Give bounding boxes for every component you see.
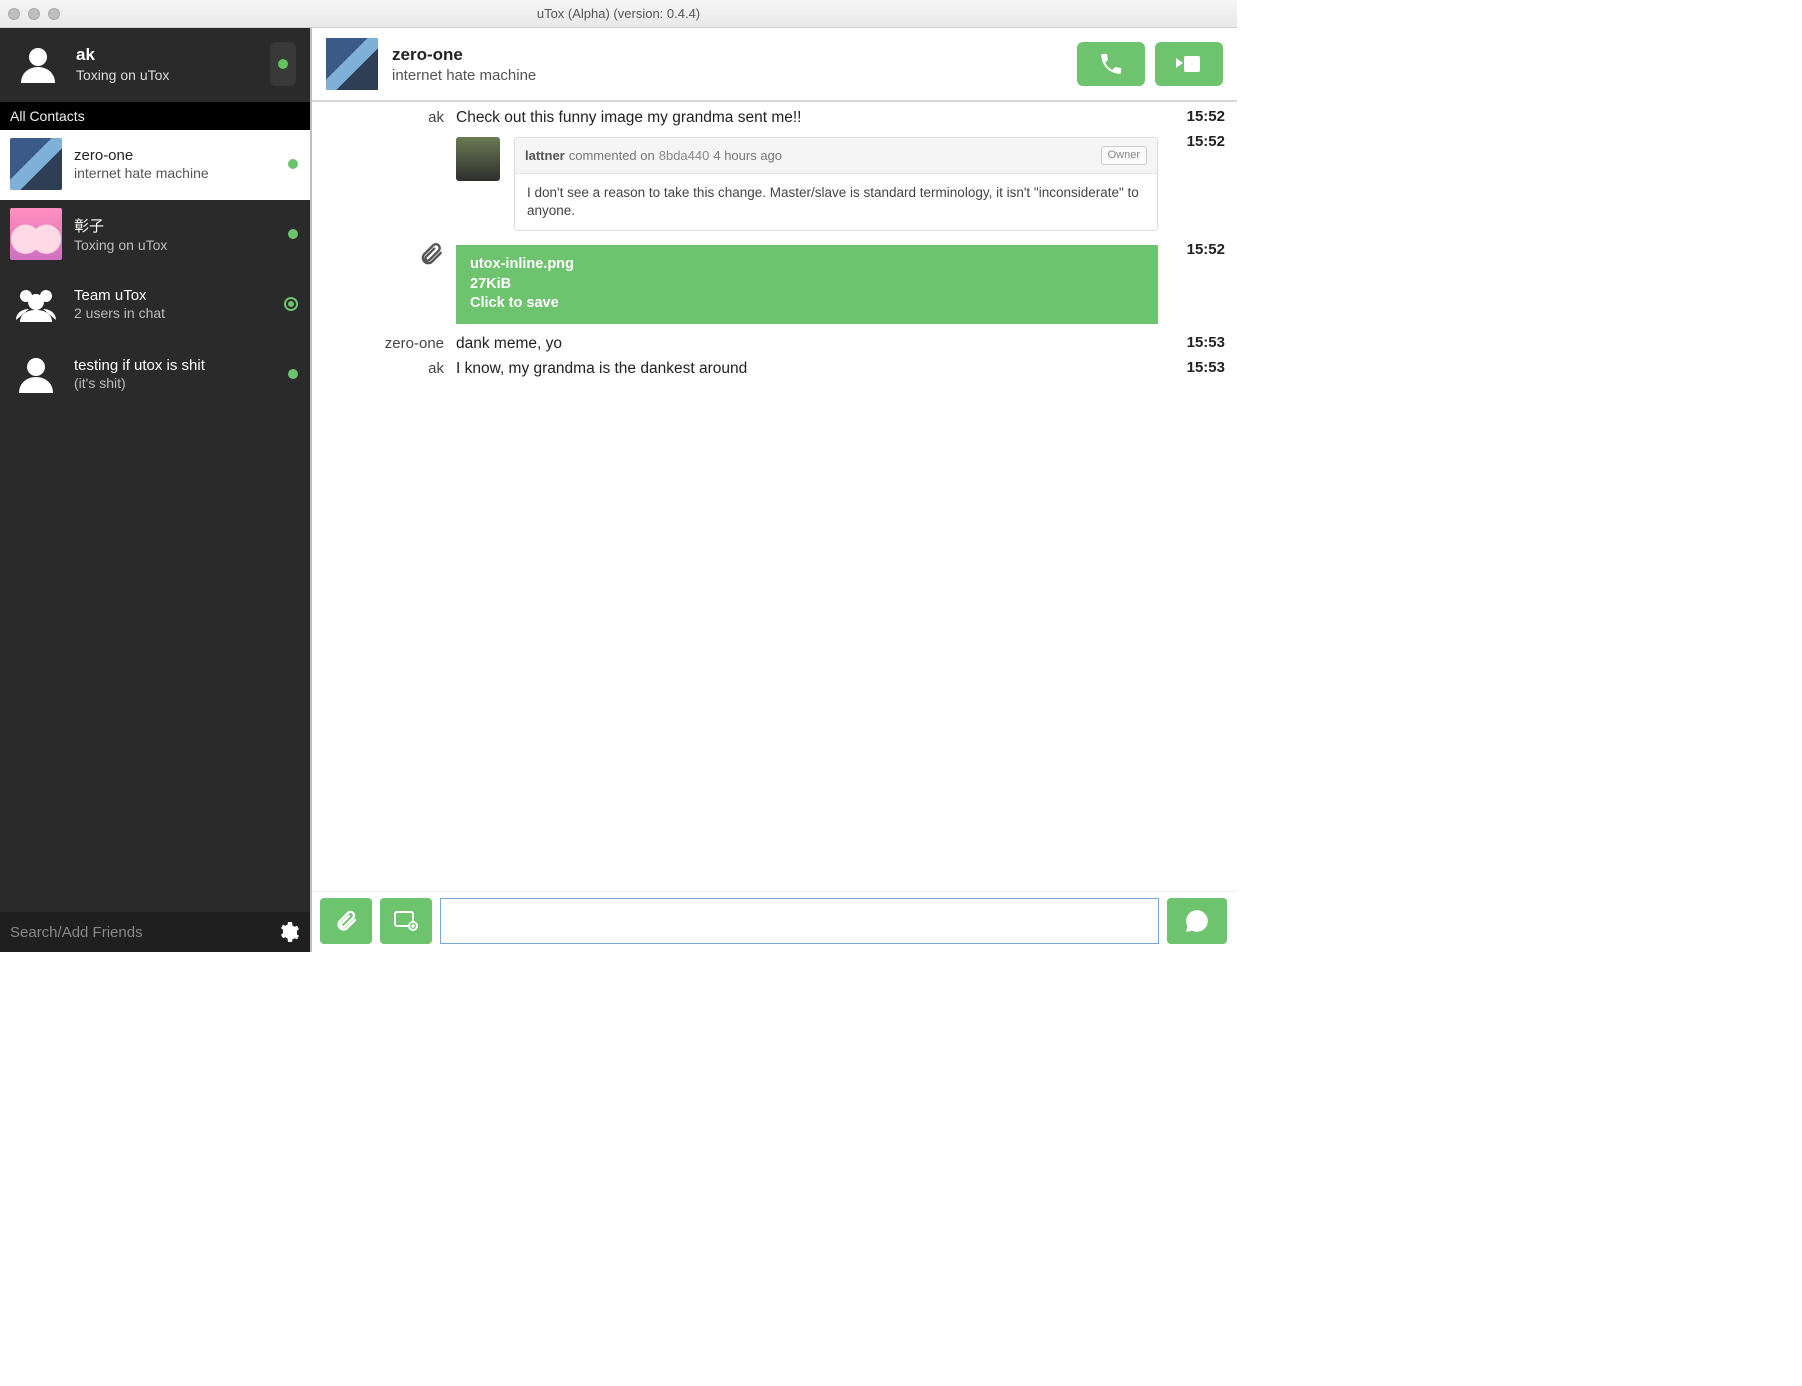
presence-dot-icon — [288, 159, 298, 169]
sidebar-bottom — [0, 912, 310, 952]
message-time: 15:52 — [1173, 241, 1225, 258]
contact-status: (it's shit) — [74, 375, 276, 391]
message-time: 15:52 — [1173, 133, 1225, 150]
contact-name: 彰子 — [74, 215, 276, 236]
chat-peer-name: zero-one — [392, 45, 1063, 65]
contact-avatar-icon — [10, 348, 62, 400]
contact-status: Toxing on uTox — [74, 237, 276, 253]
message-sender: ak — [324, 108, 444, 126]
audio-call-button[interactable] — [1077, 42, 1145, 86]
chat-panel: zero-one internet hate machine ak Check … — [312, 28, 1237, 952]
contact-name: testing if utox is shit — [74, 357, 276, 374]
contact-name: zero-one — [74, 147, 276, 164]
contact-item-team-utox[interactable]: Team uTox 2 users in chat — [0, 270, 310, 340]
online-dot-icon — [278, 59, 288, 69]
self-avatar-icon — [14, 40, 62, 88]
message-row: ak Check out this funny image my grandma… — [324, 106, 1225, 131]
chat-avatar — [326, 38, 378, 90]
contact-status: internet hate machine — [74, 165, 276, 181]
presence-dot-icon — [288, 369, 298, 379]
contact-status: 2 users in chat — [74, 305, 272, 321]
chat-header: zero-one internet hate machine — [312, 28, 1237, 102]
send-button[interactable] — [1167, 898, 1227, 944]
message-row: ak I know, my grandma is the dankest aro… — [324, 357, 1225, 382]
presence-dot-icon — [288, 229, 298, 239]
presence-dot-icon — [284, 297, 298, 311]
file-size: 27KiB — [470, 275, 1144, 295]
contact-avatar — [10, 208, 62, 260]
self-status: Toxing on uTox — [76, 67, 256, 83]
message-text: I know, my grandma is the dankest around — [456, 359, 1161, 380]
group-avatar-icon — [10, 278, 62, 330]
message-text: dank meme, yo — [456, 334, 1161, 355]
sidebar: ak Toxing on uTox All Contacts zero-one … — [0, 28, 312, 952]
message-sender: zero-one — [324, 334, 444, 352]
message-time: 15:53 — [1173, 359, 1225, 376]
message-row-file: utox-inline.png 27KiB Click to save 15:5… — [324, 239, 1225, 326]
embed-verb: commented on — [569, 147, 655, 165]
message-row-embed: lattner commented on 8bda440 4 hours ago… — [324, 131, 1225, 233]
contact-list: zero-one internet hate machine 彰子 Toxing… — [0, 130, 310, 912]
message-time: 15:53 — [1173, 334, 1225, 351]
self-profile[interactable]: ak Toxing on uTox — [0, 28, 310, 102]
embedded-image[interactable]: lattner commented on 8bda440 4 hours ago… — [456, 137, 1158, 231]
message-list: ak Check out this funny image my grandma… — [312, 102, 1237, 891]
message-input[interactable] — [440, 898, 1159, 944]
file-hint: Click to save — [470, 294, 1144, 314]
video-call-button[interactable] — [1155, 42, 1223, 86]
embed-when: 4 hours ago — [713, 147, 782, 165]
input-row — [312, 891, 1237, 952]
embed-author: lattner — [525, 147, 565, 165]
attachment-icon — [418, 241, 444, 267]
self-name: ak — [76, 45, 256, 65]
search-input[interactable] — [10, 924, 268, 941]
attach-file-button[interactable] — [320, 898, 372, 944]
window-titlebar: uTox (Alpha) (version: 0.4.4) — [0, 0, 1237, 28]
contact-avatar — [10, 138, 62, 190]
self-status-toggle[interactable] — [270, 42, 296, 86]
contacts-header: All Contacts — [0, 102, 310, 130]
message-time: 15:52 — [1173, 108, 1225, 125]
settings-icon[interactable] — [276, 920, 300, 944]
window-title: uTox (Alpha) (version: 0.4.4) — [0, 6, 1237, 21]
file-transfer-box[interactable]: utox-inline.png 27KiB Click to save — [456, 245, 1158, 324]
embed-author-avatar — [456, 137, 500, 181]
file-name: utox-inline.png — [470, 255, 1144, 275]
embed-ref: 8bda440 — [659, 147, 710, 165]
message-sender: ak — [324, 359, 444, 377]
embed-owner-badge: Owner — [1101, 146, 1147, 165]
message-text: Check out this funny image my grandma se… — [456, 108, 1161, 129]
message-row: zero-one dank meme, yo 15:53 — [324, 332, 1225, 357]
embed-body: I don't see a reason to take this change… — [515, 174, 1157, 230]
contact-name: Team uTox — [74, 287, 272, 304]
chat-peer-status: internet hate machine — [392, 67, 1063, 84]
screenshot-button[interactable] — [380, 898, 432, 944]
contact-item-akiko[interactable]: 彰子 Toxing on uTox — [0, 200, 310, 270]
contact-item-testing[interactable]: testing if utox is shit (it's shit) — [0, 340, 310, 410]
contact-item-zero-one[interactable]: zero-one internet hate machine — [0, 130, 310, 200]
